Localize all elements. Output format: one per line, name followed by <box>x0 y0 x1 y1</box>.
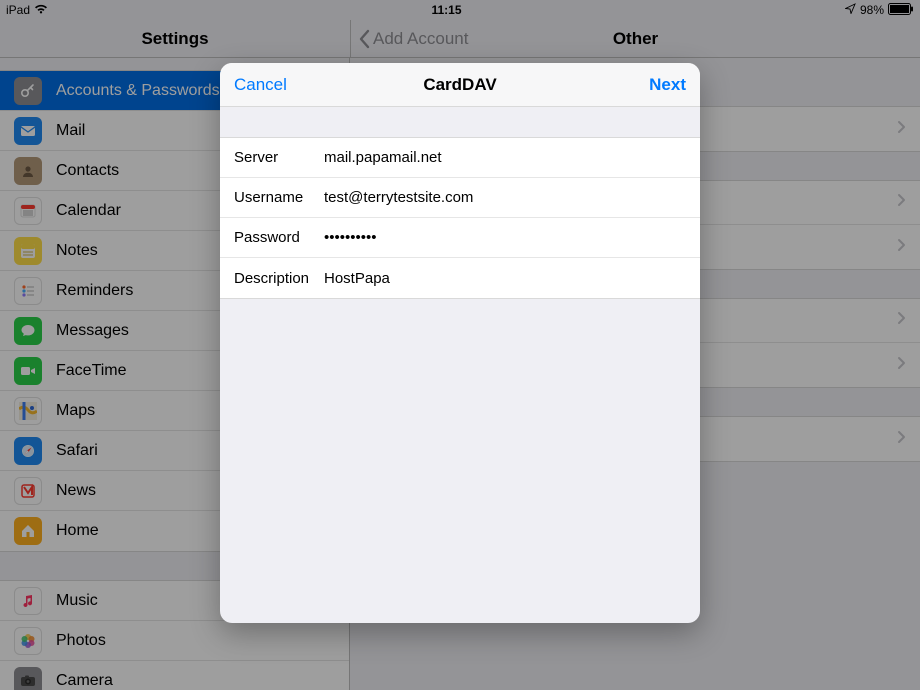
carddav-form: Server Username Password Description <box>220 137 700 299</box>
form-label: Password <box>234 229 324 246</box>
form-label: Description <box>234 270 324 287</box>
form-label: Username <box>234 189 324 206</box>
form-row-server: Server <box>220 138 700 178</box>
carddav-modal: Cancel CardDAV Next Server Username Passwo… <box>220 63 700 623</box>
description-input[interactable] <box>324 270 700 287</box>
username-input[interactable] <box>324 189 700 206</box>
cancel-button[interactable]: Cancel <box>234 75 314 95</box>
form-row-description: Description <box>220 258 700 298</box>
next-button[interactable]: Next <box>606 75 686 95</box>
modal-title: CardDAV <box>314 75 606 95</box>
server-input[interactable] <box>324 149 700 166</box>
form-label: Server <box>234 149 324 166</box>
password-input[interactable] <box>324 229 700 246</box>
form-row-username: Username <box>220 178 700 218</box>
form-row-password: Password <box>220 218 700 258</box>
